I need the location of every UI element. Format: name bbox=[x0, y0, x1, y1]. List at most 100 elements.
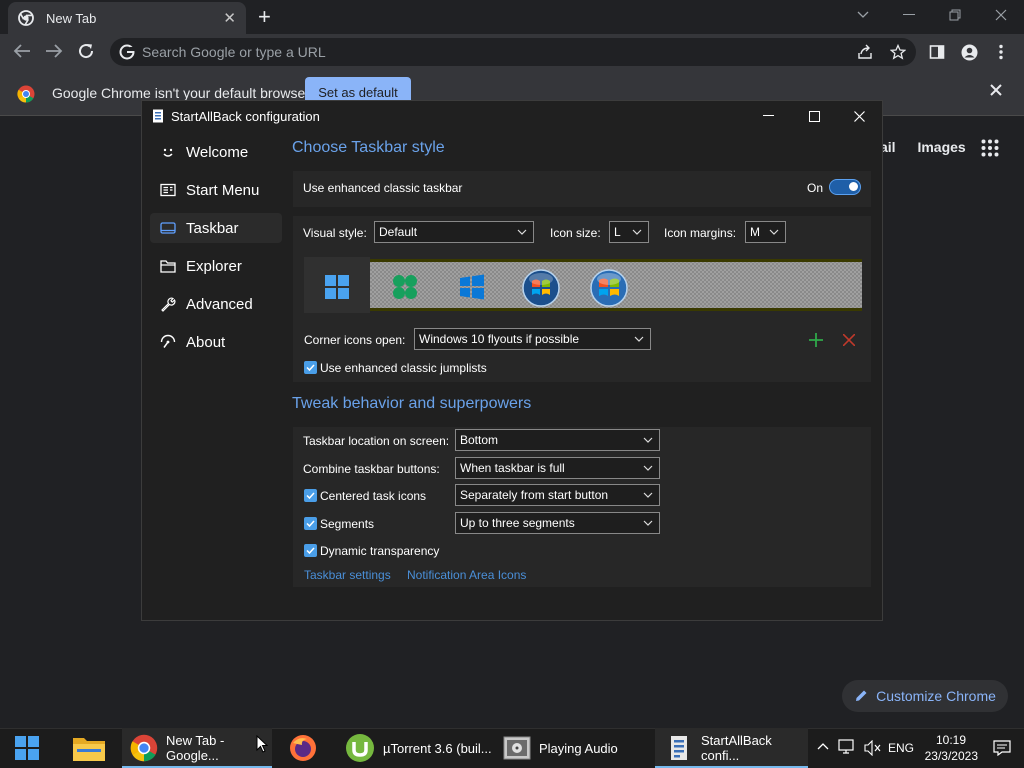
nav-item-explorer[interactable]: Explorer bbox=[150, 251, 282, 281]
icon-size-value: L bbox=[614, 225, 621, 239]
taskbar-settings-link[interactable]: Taskbar settings bbox=[304, 568, 391, 582]
section-title-tweak-behavior: Tweak behavior and superpowers bbox=[292, 395, 532, 412]
combine-select[interactable]: When taskbar is full bbox=[455, 457, 660, 479]
combine-value: When taskbar is full bbox=[460, 461, 565, 475]
nav-item-about[interactable]: About bbox=[150, 327, 282, 357]
infobar-close-icon[interactable] bbox=[990, 84, 1002, 96]
tab-new-tab[interactable]: New Tab ✕ bbox=[8, 2, 246, 34]
location-select[interactable]: Bottom bbox=[455, 429, 660, 451]
audio-player-icon bbox=[503, 734, 531, 762]
jumplists-label: Use enhanced classic jumplists bbox=[320, 361, 487, 375]
bookmark-star-icon[interactable] bbox=[890, 44, 906, 60]
segments-checkbox[interactable] bbox=[304, 517, 317, 530]
chrome-menu-icon[interactable] bbox=[999, 44, 1003, 60]
language-indicator[interactable]: ENG bbox=[888, 741, 914, 755]
corner-icons-value: Windows 10 flyouts if possible bbox=[419, 332, 580, 346]
nav-item-start-menu[interactable]: Start Menu bbox=[150, 175, 282, 205]
taskbar-item-playing-audio[interactable]: Playing Audio bbox=[500, 728, 646, 768]
nav-label: Taskbar bbox=[186, 219, 239, 237]
taskbar-item-chrome[interactable]: New Tab - Google... bbox=[122, 728, 272, 768]
wrench-icon bbox=[160, 296, 176, 312]
new-tab-button[interactable]: + bbox=[258, 6, 271, 28]
network-icon[interactable] bbox=[838, 739, 856, 755]
remove-x-icon[interactable] bbox=[843, 334, 855, 346]
profile-avatar-icon[interactable] bbox=[961, 44, 978, 61]
taskbar-item-utorrent[interactable]: µTorrent 3.6 (buil... bbox=[340, 728, 492, 768]
combine-label: Combine taskbar buttons: bbox=[303, 462, 440, 476]
nav-item-taskbar[interactable]: Taskbar bbox=[150, 213, 282, 243]
tab-search-chevron-icon[interactable] bbox=[840, 0, 886, 30]
corner-icons-select[interactable]: Windows 10 flyouts if possible bbox=[414, 328, 651, 350]
icon-margins-select[interactable]: M bbox=[745, 221, 786, 243]
section-title-taskbar-style: Choose Taskbar style bbox=[292, 139, 445, 156]
visual-style-value: Default bbox=[379, 225, 418, 239]
taskbar-item-startallback[interactable]: StartAllBack confi... bbox=[655, 728, 808, 768]
notification-area-icons-link[interactable]: Notification Area Icons bbox=[407, 568, 526, 582]
icon-margins-value: M bbox=[750, 225, 760, 239]
vista-orb-icon[interactable] bbox=[590, 269, 628, 307]
centered-icons-value: Separately from start button bbox=[460, 488, 609, 502]
taskbar-item-label: StartAllBack confi... bbox=[701, 733, 772, 763]
nav-label: Advanced bbox=[186, 295, 253, 313]
start-button-style-preview[interactable] bbox=[304, 257, 862, 313]
back-arrow-icon[interactable] bbox=[13, 43, 31, 59]
chevron-down-icon bbox=[769, 229, 779, 235]
nav-item-advanced[interactable]: Advanced bbox=[150, 289, 282, 319]
dialog-close-icon[interactable] bbox=[836, 101, 882, 131]
startallback-icon bbox=[665, 734, 693, 762]
clock[interactable]: 10:19 23/3/2023 bbox=[924, 732, 978, 764]
jumplists-checkbox[interactable] bbox=[304, 361, 317, 374]
chevron-down-icon bbox=[643, 520, 653, 526]
windows7-orb-icon[interactable] bbox=[522, 269, 560, 307]
segments-label: Segments bbox=[320, 517, 375, 531]
side-panel-icon[interactable] bbox=[929, 44, 945, 60]
close-window-icon[interactable] bbox=[978, 0, 1024, 30]
tweak-behavior-panel bbox=[293, 427, 871, 587]
file-explorer-icon[interactable] bbox=[72, 734, 106, 762]
enhanced-taskbar-toggle[interactable] bbox=[829, 179, 861, 195]
share-icon[interactable] bbox=[857, 44, 873, 60]
icon-size-select[interactable]: L bbox=[609, 221, 649, 243]
chrome-icon bbox=[130, 734, 158, 762]
forward-arrow-icon[interactable] bbox=[45, 43, 63, 59]
visual-style-label: Visual style: bbox=[303, 226, 367, 240]
tab-close-icon[interactable]: ✕ bbox=[223, 9, 236, 27]
nav-label: Explorer bbox=[186, 257, 242, 275]
google-g-icon bbox=[119, 44, 135, 60]
segments-value: Up to three segments bbox=[460, 516, 575, 530]
notification-center-icon[interactable] bbox=[993, 740, 1011, 756]
visual-style-select[interactable]: Default bbox=[374, 221, 534, 243]
taskbar-item-label: Playing Audio bbox=[539, 740, 618, 756]
taskbar-item-firefox[interactable] bbox=[280, 728, 334, 768]
restore-icon[interactable] bbox=[932, 0, 978, 30]
dialog-minimize-icon[interactable] bbox=[745, 101, 791, 131]
ntp-top-links: ail Images bbox=[880, 139, 984, 155]
volume-muted-icon[interactable] bbox=[864, 740, 882, 756]
transparency-checkbox[interactable] bbox=[304, 544, 317, 557]
chrome-logo-icon bbox=[17, 85, 35, 103]
customize-chrome-button[interactable]: Customize Chrome bbox=[842, 680, 1008, 712]
google-apps-icon[interactable] bbox=[981, 139, 999, 157]
show-hidden-icons-chevron-icon[interactable] bbox=[817, 742, 829, 750]
taskbar-icon bbox=[160, 220, 176, 236]
segments-select[interactable]: Up to three segments bbox=[455, 512, 660, 534]
mouse-cursor-icon bbox=[256, 735, 268, 753]
omnibox[interactable]: Search Google or type a URL bbox=[110, 38, 916, 66]
dialog-maximize-icon[interactable] bbox=[791, 101, 837, 131]
nav-item-welcome[interactable]: Welcome bbox=[150, 137, 282, 167]
infobar-message: Google Chrome isn't your default browser bbox=[52, 85, 310, 101]
windows11-start-icon[interactable] bbox=[324, 274, 350, 300]
centered-icons-select[interactable]: Separately from start button bbox=[455, 484, 660, 506]
utorrent-icon bbox=[345, 733, 375, 763]
start-button-icon[interactable] bbox=[14, 735, 40, 761]
add-plus-icon[interactable] bbox=[809, 333, 823, 347]
reload-icon[interactable] bbox=[77, 42, 95, 60]
centered-icons-checkbox[interactable] bbox=[304, 489, 317, 502]
chevron-down-icon bbox=[632, 229, 642, 235]
windows10-start-icon[interactable] bbox=[459, 274, 485, 300]
customize-chrome-label: Customize Chrome bbox=[876, 688, 996, 704]
images-link[interactable]: Images bbox=[917, 139, 965, 155]
windows8-start-icon[interactable] bbox=[392, 274, 418, 300]
tab-title: New Tab bbox=[46, 10, 97, 26]
minimize-icon[interactable] bbox=[886, 0, 932, 30]
